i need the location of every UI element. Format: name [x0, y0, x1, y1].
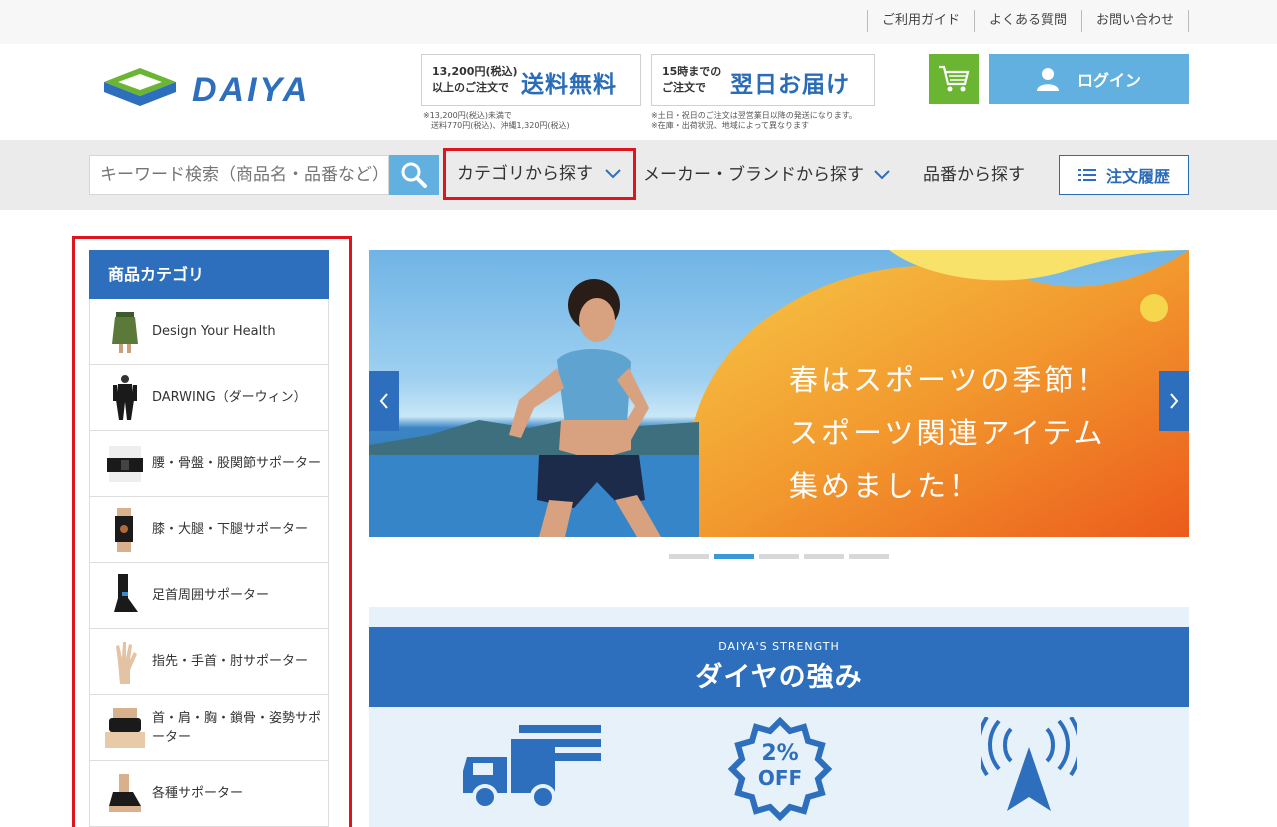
top-links: ご利用ガイド よくある質問 お問い合わせ: [866, 10, 1189, 32]
foot-support-icon: [105, 769, 145, 819]
free-shipping-banner: 13,200円(税込) 以上のご注文で 送料無料: [421, 54, 641, 106]
discount-badge-icon: 2% OFF: [728, 717, 832, 821]
waist-belt-icon: [105, 439, 145, 489]
strength-subtitle: DAIYA'S STRENGTH: [718, 640, 840, 653]
carousel-dot[interactable]: [759, 554, 799, 559]
carousel-dot[interactable]: [804, 554, 844, 559]
cart-button[interactable]: [929, 54, 979, 104]
sidebar-title: 商品カテゴリ: [89, 250, 329, 299]
neck-support-icon: [105, 703, 145, 753]
svg-text:DAIYA: DAIYA: [192, 71, 310, 108]
sidebar-item-hand-support[interactable]: 指先・手首・肘サポーター: [89, 629, 329, 695]
banner-line-2: スポーツ関連アイテム: [789, 416, 1106, 450]
hero-banner[interactable]: 春はスポーツの季節！ スポーツ関連アイテム 集めました！: [369, 250, 1189, 537]
carousel-next-button[interactable]: [1159, 371, 1189, 431]
chevron-right-icon: [1170, 393, 1179, 409]
part-number-label: 品番から探す: [923, 165, 1025, 185]
strength-title: ダイヤの強み: [695, 662, 863, 693]
maker-brand-menu-label: メーカー・ブランドから探す: [643, 165, 864, 185]
faq-link[interactable]: よくある質問: [973, 10, 1081, 32]
banner-line-1: 春はスポーツの季節！: [789, 363, 1109, 397]
search-input[interactable]: [89, 155, 389, 195]
carousel-indicators: [669, 554, 889, 559]
bodysuit-icon: [105, 373, 145, 423]
ankle-support-icon: [105, 571, 145, 621]
carousel-dot[interactable]: [669, 554, 709, 559]
category-sidebar: 商品カテゴリ Design Your Health DARWING（ダーウィン）…: [89, 250, 329, 827]
sidebar-item-label: 膝・大腿・下腿サポーター: [152, 522, 309, 537]
sidebar-item-label: 腰・骨盤・股関節サポーター: [152, 456, 322, 471]
sidebar-item-label: 指先・手首・肘サポーター: [152, 654, 309, 669]
knee-support-icon: [105, 505, 145, 555]
delivery-condition: ご注文で: [662, 81, 706, 94]
banner-copy: 春はスポーツの季節！ スポーツ関連アイテム 集めました！: [789, 354, 1108, 513]
login-button[interactable]: ログイン: [989, 54, 1189, 104]
chevron-down-icon: [605, 169, 621, 179]
category-menu[interactable]: カテゴリから探す: [443, 148, 636, 200]
delivery-note: ※土日・祝日のご注文は翌営業日以降の発送になります。 ※在庫・出荷状況、地域によ…: [651, 111, 857, 130]
header: DAIYA 13,200円(税込) 以上のご注文で 送料無料 ※13,200円(…: [0, 44, 1277, 140]
login-label: ログイン: [1076, 71, 1141, 90]
order-history-button[interactable]: 注文履歴: [1059, 155, 1189, 195]
daiya-logo-mark: DAIYA: [104, 68, 310, 109]
part-number-search[interactable]: 品番から探す: [923, 155, 1025, 195]
sidebar-item-label: Design Your Health: [152, 324, 276, 339]
discount-percent: 2%: [761, 741, 799, 766]
daiya-logo[interactable]: DAIYA: [104, 66, 354, 109]
order-history-label: 注文履歴: [1105, 167, 1170, 186]
main-nav: カテゴリから探す メーカー・ブランドから探す 品番から探す 注文履歴: [0, 140, 1277, 210]
top-utility-bar: ご利用ガイド よくある質問 お問い合わせ: [0, 0, 1277, 44]
cart-icon: [939, 65, 970, 92]
discount-off: OFF: [757, 766, 803, 790]
shipping-condition: 以上のご注文で: [432, 81, 509, 94]
sidebar-item-waist-support[interactable]: 腰・骨盤・股関節サポーター: [89, 431, 329, 497]
signal-antenna-icon: [981, 717, 1077, 811]
contact-link[interactable]: お問い合わせ: [1080, 10, 1189, 32]
sidebar-item-label: DARWING（ダーウィン）: [152, 390, 307, 405]
list-icon: [1077, 169, 1096, 181]
user-icon: [1036, 68, 1059, 91]
sidebar-item-knee-support[interactable]: 膝・大腿・下腿サポーター: [89, 497, 329, 563]
free-shipping-text: 送料無料: [521, 72, 617, 98]
sidebar-item-label: 各種サポーター: [152, 786, 244, 801]
carousel-dot[interactable]: [849, 554, 889, 559]
delivery-truck-icon: [463, 725, 601, 810]
sidebar-item-ankle-support[interactable]: 足首周囲サポーター: [89, 563, 329, 629]
strength-header: DAIYA'S STRENGTH ダイヤの強み: [369, 627, 1189, 707]
carousel-dot-active[interactable]: [714, 554, 754, 559]
sidebar-item-design-your-health[interactable]: Design Your Health: [89, 299, 329, 365]
search-button[interactable]: [389, 155, 439, 195]
sidebar-item-label: 首・肩・胸・鎖骨・姿勢サポーター: [152, 710, 322, 745]
guide-link[interactable]: ご利用ガイド: [866, 10, 974, 32]
chevron-left-icon: [379, 393, 388, 409]
next-day-delivery-text: 翌日お届け: [730, 72, 850, 98]
banner-line-3: 集めました！: [789, 469, 982, 503]
hand-icon: [105, 637, 145, 687]
carousel-prev-button[interactable]: [369, 371, 399, 431]
delivery-deadline: 15時までの: [662, 65, 722, 78]
category-menu-label: カテゴリから探す: [457, 164, 593, 184]
sidebar-item-neck-support[interactable]: 首・肩・胸・鎖骨・姿勢サポーター: [89, 695, 329, 761]
next-day-delivery-banner: 15時までの ご注文で 翌日お届け: [651, 54, 875, 106]
chevron-down-icon: [874, 170, 890, 180]
sidebar-item-label: 足首周囲サポーター: [152, 588, 270, 603]
maker-brand-menu[interactable]: メーカー・ブランドから探す: [643, 155, 890, 195]
green-skirt-icon: [105, 307, 145, 357]
search-icon: [401, 162, 427, 188]
sidebar-item-various-support[interactable]: 各種サポーター: [89, 761, 329, 827]
shipping-threshold: 13,200円(税込): [432, 65, 518, 78]
strength-section: DAIYA'S STRENGTH ダイヤの強み 2% OFF: [369, 607, 1189, 827]
shipping-note: ※13,200円(税込)未満で 送料770円(税込)、沖縄1,320円(税込): [423, 111, 570, 130]
sidebar-item-darwing[interactable]: DARWING（ダーウィン）: [89, 365, 329, 431]
